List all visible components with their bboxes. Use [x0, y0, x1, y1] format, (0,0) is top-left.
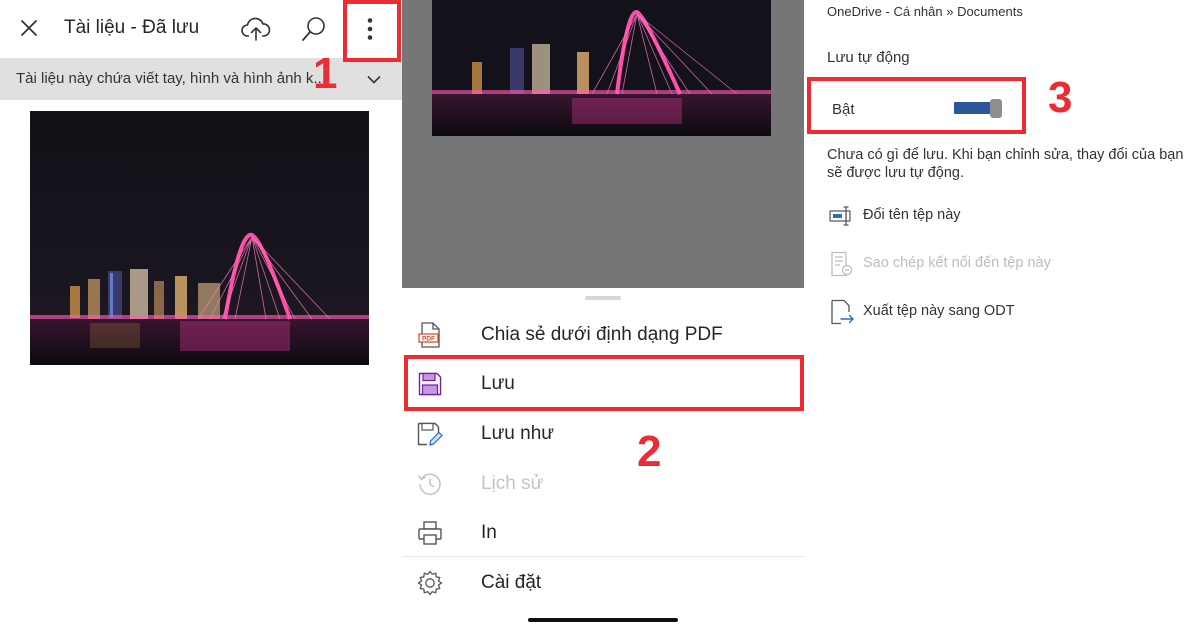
rename-icon	[829, 203, 855, 229]
print-icon	[416, 519, 444, 547]
document-info-banner[interactable]: Tài liệu này chứa viết tay, hình và hình…	[0, 58, 402, 100]
pdf-icon: PDF	[416, 321, 444, 349]
svg-text:PDF: PDF	[422, 336, 435, 343]
export-icon	[829, 299, 855, 325]
sheet-backdrop[interactable]	[402, 0, 804, 288]
menu-item-label: In	[481, 522, 497, 543]
info-banner-text: Tài liệu này chứa viết tay, hình và hình…	[16, 70, 326, 87]
menu-item-label: Lịch sử	[481, 473, 544, 494]
sheet-drag-handle[interactable]	[585, 296, 621, 300]
autosave-heading: Lưu tự động	[827, 49, 910, 66]
autosave-highlight	[807, 77, 1026, 134]
history-icon	[416, 470, 444, 498]
menu-item-print[interactable]: In	[402, 508, 804, 558]
menu-item-save-as[interactable]: Lưu như	[402, 409, 804, 459]
more-options-highlight	[343, 0, 401, 62]
step-3-label: 3	[1048, 73, 1073, 122]
action-rename-file[interactable]: Đổi tên tệp này	[827, 201, 1187, 231]
menu-item-history: Lịch sử	[402, 459, 804, 509]
action-label: Đổi tên tệp này	[863, 207, 961, 223]
file-location-path: OneDrive - Cá nhân » Documents	[827, 4, 1023, 19]
menu-item-label: Lưu như	[481, 423, 554, 444]
menu-item-settings[interactable]: Cài đặt	[402, 558, 804, 608]
save-settings-panel: OneDrive - Cá nhân » Documents Lưu tự độ…	[804, 0, 1200, 630]
action-export-odt[interactable]: Xuất tệp này sang ODT	[827, 297, 1187, 327]
action-label: Sao chép kết nối đến tệp này	[863, 255, 1051, 271]
menu-divider	[402, 556, 804, 557]
document-photo-preview	[432, 0, 771, 136]
search-icon[interactable]	[299, 14, 329, 44]
chevron-down-icon[interactable]	[364, 69, 384, 89]
cloud-upload-icon[interactable]	[240, 14, 272, 44]
document-title: Tài liệu - Đã lưu	[64, 17, 200, 38]
save-as-icon	[416, 420, 444, 448]
copy-link-icon	[829, 251, 855, 277]
document-view-panel: Tài liệu - Đã lưu Tài liệu này chứa viết…	[0, 0, 402, 630]
settings-icon	[416, 569, 444, 597]
file-menu-panel: PDF Chia sẻ dưới định dạng PDF Lưu Lưu n…	[402, 0, 804, 630]
action-copy-link: Sao chép kết nối đến tệp này	[827, 249, 1187, 279]
step-2-label: 2	[637, 427, 662, 476]
autosave-description: Chưa có gì để lưu. Khi bạn chỉnh sửa, th…	[827, 147, 1184, 181]
menu-item-share-pdf[interactable]: PDF Chia sẻ dưới định dạng PDF	[402, 310, 804, 360]
step-1-label: 1	[313, 49, 338, 98]
document-photo	[30, 111, 369, 365]
top-app-bar: Tài liệu - Đã lưu	[0, 0, 402, 58]
close-icon[interactable]	[16, 15, 42, 41]
menu-item-label: Chia sẻ dưới định dạng PDF	[481, 324, 723, 345]
action-label: Xuất tệp này sang ODT	[863, 303, 1015, 319]
save-highlight	[404, 355, 804, 411]
menu-item-label: Cài đặt	[481, 572, 542, 593]
home-indicator[interactable]	[528, 618, 678, 622]
